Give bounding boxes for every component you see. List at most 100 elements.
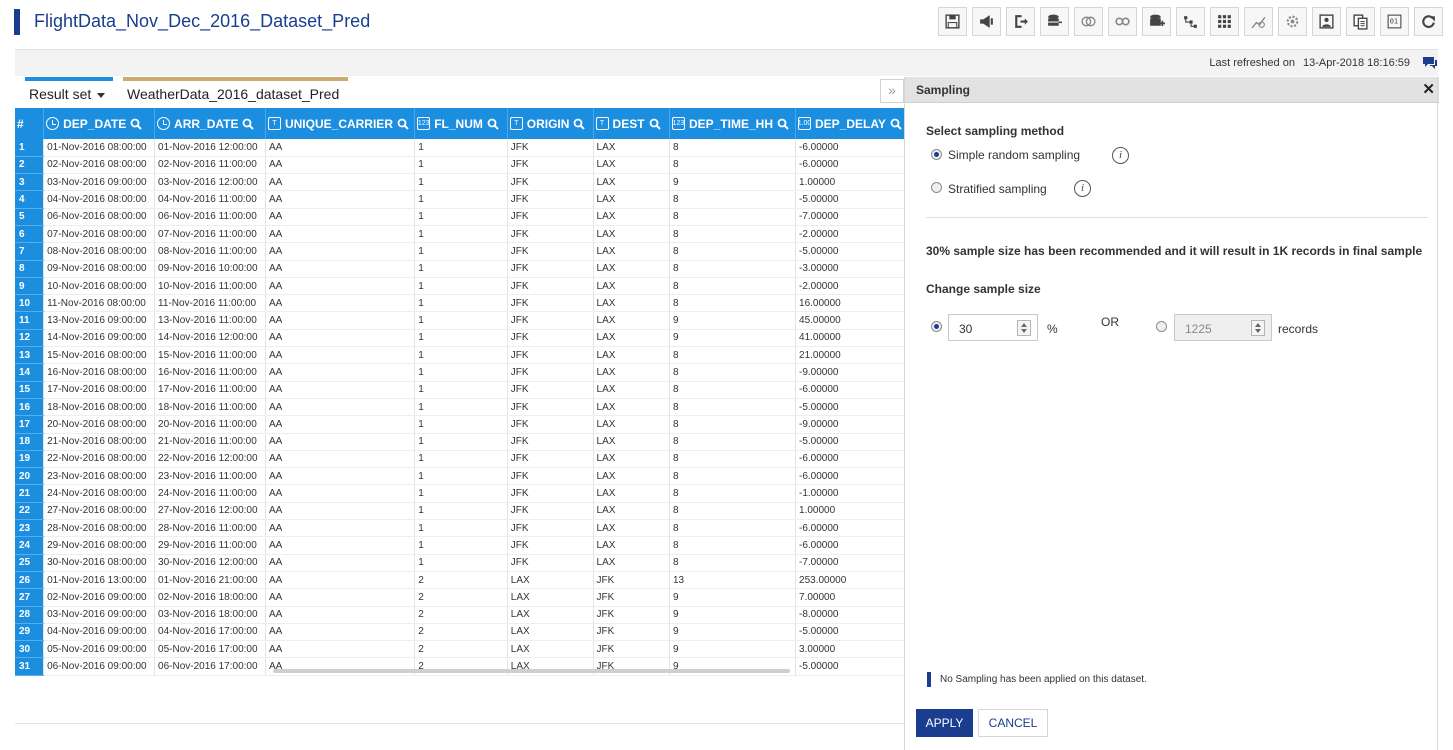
table-row[interactable]: 28 03-Nov-2016 09:00:00 03-Nov-2016 18:00:…: [15, 606, 905, 624]
info-icon[interactable]: i: [1112, 147, 1129, 164]
table-cell: 16-Nov-2016 11:00:00: [154, 363, 266, 382]
join-icon[interactable]: [1074, 7, 1103, 36]
column-header-fl-num[interactable]: 123 FL_NUM: [414, 108, 508, 139]
chevron-up-icon[interactable]: [1255, 323, 1261, 327]
copy-icon[interactable]: [1346, 7, 1375, 36]
horizontal-scrollbar[interactable]: [15, 668, 905, 674]
simple-random-label: Simple random sampling: [948, 148, 1081, 162]
add-data-icon[interactable]: [1142, 7, 1171, 36]
scrollbar-thumb[interactable]: [273, 669, 790, 673]
search-icon[interactable]: [397, 118, 409, 130]
table-row[interactable]: 22 27-Nov-2016 08:00:00 27-Nov-2016 12:00:…: [15, 502, 905, 521]
tab-result-set[interactable]: Result set: [25, 77, 113, 107]
table-row[interactable]: 6 07-Nov-2016 08:00:00 07-Nov-2016 11:00:0…: [15, 225, 905, 244]
table-row[interactable]: 7 08-Nov-2016 08:00:00 08-Nov-2016 11:00:0…: [15, 242, 905, 261]
records-stepper[interactable]: 1225: [1174, 314, 1272, 341]
table-row[interactable]: 17 20-Nov-2016 08:00:00 20-Nov-2016 11:00:…: [15, 415, 905, 434]
column-header-dep-delay[interactable]: 1.00 DEP_DELAY: [795, 108, 905, 139]
stepper-arrows[interactable]: [1251, 320, 1265, 336]
search-icon[interactable]: [487, 118, 499, 130]
chevron-down-icon[interactable]: [1255, 329, 1261, 333]
comment-icon[interactable]: [1422, 56, 1438, 70]
table-row[interactable]: 19 22-Nov-2016 08:00:00 22-Nov-2016 12:00:…: [15, 450, 905, 469]
column-header-unique-carrier[interactable]: T UNIQUE_CARRIER: [265, 108, 416, 139]
table-row[interactable]: 4 04-Nov-2016 08:00:00 04-Nov-2016 11:00:0…: [15, 190, 905, 209]
chevron-down-icon[interactable]: [97, 93, 106, 98]
row-number: 9: [15, 277, 45, 296]
export-icon[interactable]: [1006, 7, 1035, 36]
table-row[interactable]: 10 11-Nov-2016 08:00:00 11-Nov-2016 11:00:…: [15, 294, 905, 313]
table-row[interactable]: 8 09-Nov-2016 08:00:00 09-Nov-2016 10:00:0…: [15, 260, 905, 278]
last-refreshed-label: Last refreshed on: [1209, 57, 1295, 69]
grid-icon[interactable]: [1210, 7, 1239, 36]
stratified-radio[interactable]: [931, 182, 942, 193]
table-row[interactable]: 26 01-Nov-2016 13:00:00 01-Nov-2016 21:00:…: [15, 571, 905, 590]
column-header-origin[interactable]: T ORIGIN: [507, 108, 594, 139]
simple-random-radio[interactable]: [931, 149, 942, 160]
search-icon[interactable]: [649, 118, 661, 130]
search-icon[interactable]: [777, 118, 789, 130]
table-row[interactable]: 9 10-Nov-2016 08:00:00 10-Nov-2016 11:00:0…: [15, 277, 905, 296]
row-number: 26: [15, 571, 45, 590]
table-row[interactable]: 18 21-Nov-2016 08:00:00 21-Nov-2016 11:00:…: [15, 433, 905, 451]
chevron-down-icon[interactable]: [1021, 329, 1027, 333]
chevron-up-icon[interactable]: [1021, 323, 1027, 327]
table-row[interactable]: 3 03-Nov-2016 09:00:00 03-Nov-2016 12:00:0…: [15, 173, 905, 192]
settings-icon[interactable]: [1278, 7, 1307, 36]
row-number: 22: [15, 502, 45, 521]
table-row[interactable]: 5 06-Nov-2016 08:00:00 06-Nov-2016 11:00:0…: [15, 208, 905, 226]
refresh-icon[interactable]: [1414, 7, 1443, 36]
search-icon[interactable]: [130, 118, 142, 130]
table-row[interactable]: 23 28-Nov-2016 08:00:00 28-Nov-2016 11:00:…: [15, 519, 905, 538]
column-header-dest[interactable]: T DEST: [593, 108, 670, 139]
stepper-arrows[interactable]: [1017, 320, 1031, 336]
column-header-dep-time-hh[interactable]: 123 DEP_TIME_HH: [669, 108, 797, 139]
table-cell: 02-Nov-2016 18:00:00: [154, 588, 266, 607]
table-row[interactable]: 29 04-Nov-2016 09:00:00 04-Nov-2016 17:00:…: [15, 623, 905, 642]
table-row[interactable]: 12 14-Nov-2016 09:00:00 14-Nov-2016 12:00:…: [15, 329, 905, 348]
table-row[interactable]: 11 13-Nov-2016 09:00:00 13-Nov-2016 11:00:…: [15, 311, 905, 330]
table-row[interactable]: 13 15-Nov-2016 08:00:00 15-Nov-2016 11:00:…: [15, 346, 905, 365]
table-row[interactable]: 20 23-Nov-2016 08:00:00 23-Nov-2016 11:00:…: [15, 467, 905, 486]
column-header-dep-date[interactable]: DEP_DATE: [43, 108, 156, 139]
search-icon[interactable]: [890, 118, 902, 130]
link-icon[interactable]: [1108, 7, 1137, 36]
search-icon[interactable]: [573, 118, 586, 130]
column-header-arr-date[interactable]: ARR_DATE: [154, 108, 266, 139]
percent-radio[interactable]: [931, 321, 942, 332]
publish-icon[interactable]: [972, 7, 1001, 36]
close-icon[interactable]: ✕: [1422, 80, 1435, 98]
search-icon[interactable]: [242, 118, 255, 130]
table-row[interactable]: 27 02-Nov-2016 09:00:00 02-Nov-2016 18:00:…: [15, 588, 905, 607]
table-row[interactable]: 30 05-Nov-2016 09:00:00 05-Nov-2016 17:00:…: [15, 640, 905, 659]
binary-icon[interactable]: 01: [1380, 7, 1409, 36]
table-row[interactable]: 24 29-Nov-2016 08:00:00 29-Nov-2016 11:00:…: [15, 536, 905, 555]
table-cell: 1: [414, 311, 508, 330]
table-row[interactable]: 15 17-Nov-2016 08:00:00 17-Nov-2016 11:00:…: [15, 381, 905, 399]
hierarchy-icon[interactable]: [1176, 7, 1205, 36]
table-row[interactable]: 21 24-Nov-2016 08:00:00 24-Nov-2016 11:00:…: [15, 484, 905, 503]
table-row[interactable]: 16 18-Nov-2016 08:00:00 18-Nov-2016 11:00:…: [15, 398, 905, 417]
info-icon[interactable]: i: [1074, 180, 1091, 197]
image-icon[interactable]: [1312, 7, 1341, 36]
database-icon[interactable]: [1040, 7, 1069, 36]
collapse-panel-button[interactable]: »: [880, 79, 904, 103]
percent-stepper[interactable]: 30: [948, 314, 1038, 341]
column-header-label: FL_NUM: [434, 116, 483, 131]
tab-weather-dataset[interactable]: WeatherData_2016_dataset_Pred: [123, 77, 348, 107]
panel-right-border: [1437, 77, 1438, 750]
table-row[interactable]: 1 01-Nov-2016 08:00:00 01-Nov-2016 12:00:0…: [15, 139, 905, 157]
records-radio[interactable]: [1156, 321, 1167, 332]
table-cell: 10-Nov-2016 11:00:00: [154, 277, 266, 296]
table-row[interactable]: 14 16-Nov-2016 08:00:00 16-Nov-2016 11:00:…: [15, 363, 905, 382]
table-row[interactable]: 2 02-Nov-2016 08:00:00 02-Nov-2016 11:00:0…: [15, 156, 905, 175]
chart-icon[interactable]: [1244, 7, 1273, 36]
cancel-button[interactable]: CANCEL: [978, 709, 1048, 737]
save-icon[interactable]: [938, 7, 967, 36]
apply-button[interactable]: APPLY: [916, 709, 973, 737]
table-row[interactable]: 25 30-Nov-2016 08:00:00 30-Nov-2016 12:00:…: [15, 554, 905, 572]
row-number: 30: [15, 640, 45, 659]
table-cell: 24-Nov-2016 11:00:00: [154, 484, 266, 503]
table-cell: AA: [265, 381, 416, 399]
table-cell: 14-Nov-2016 12:00:00: [154, 329, 266, 348]
